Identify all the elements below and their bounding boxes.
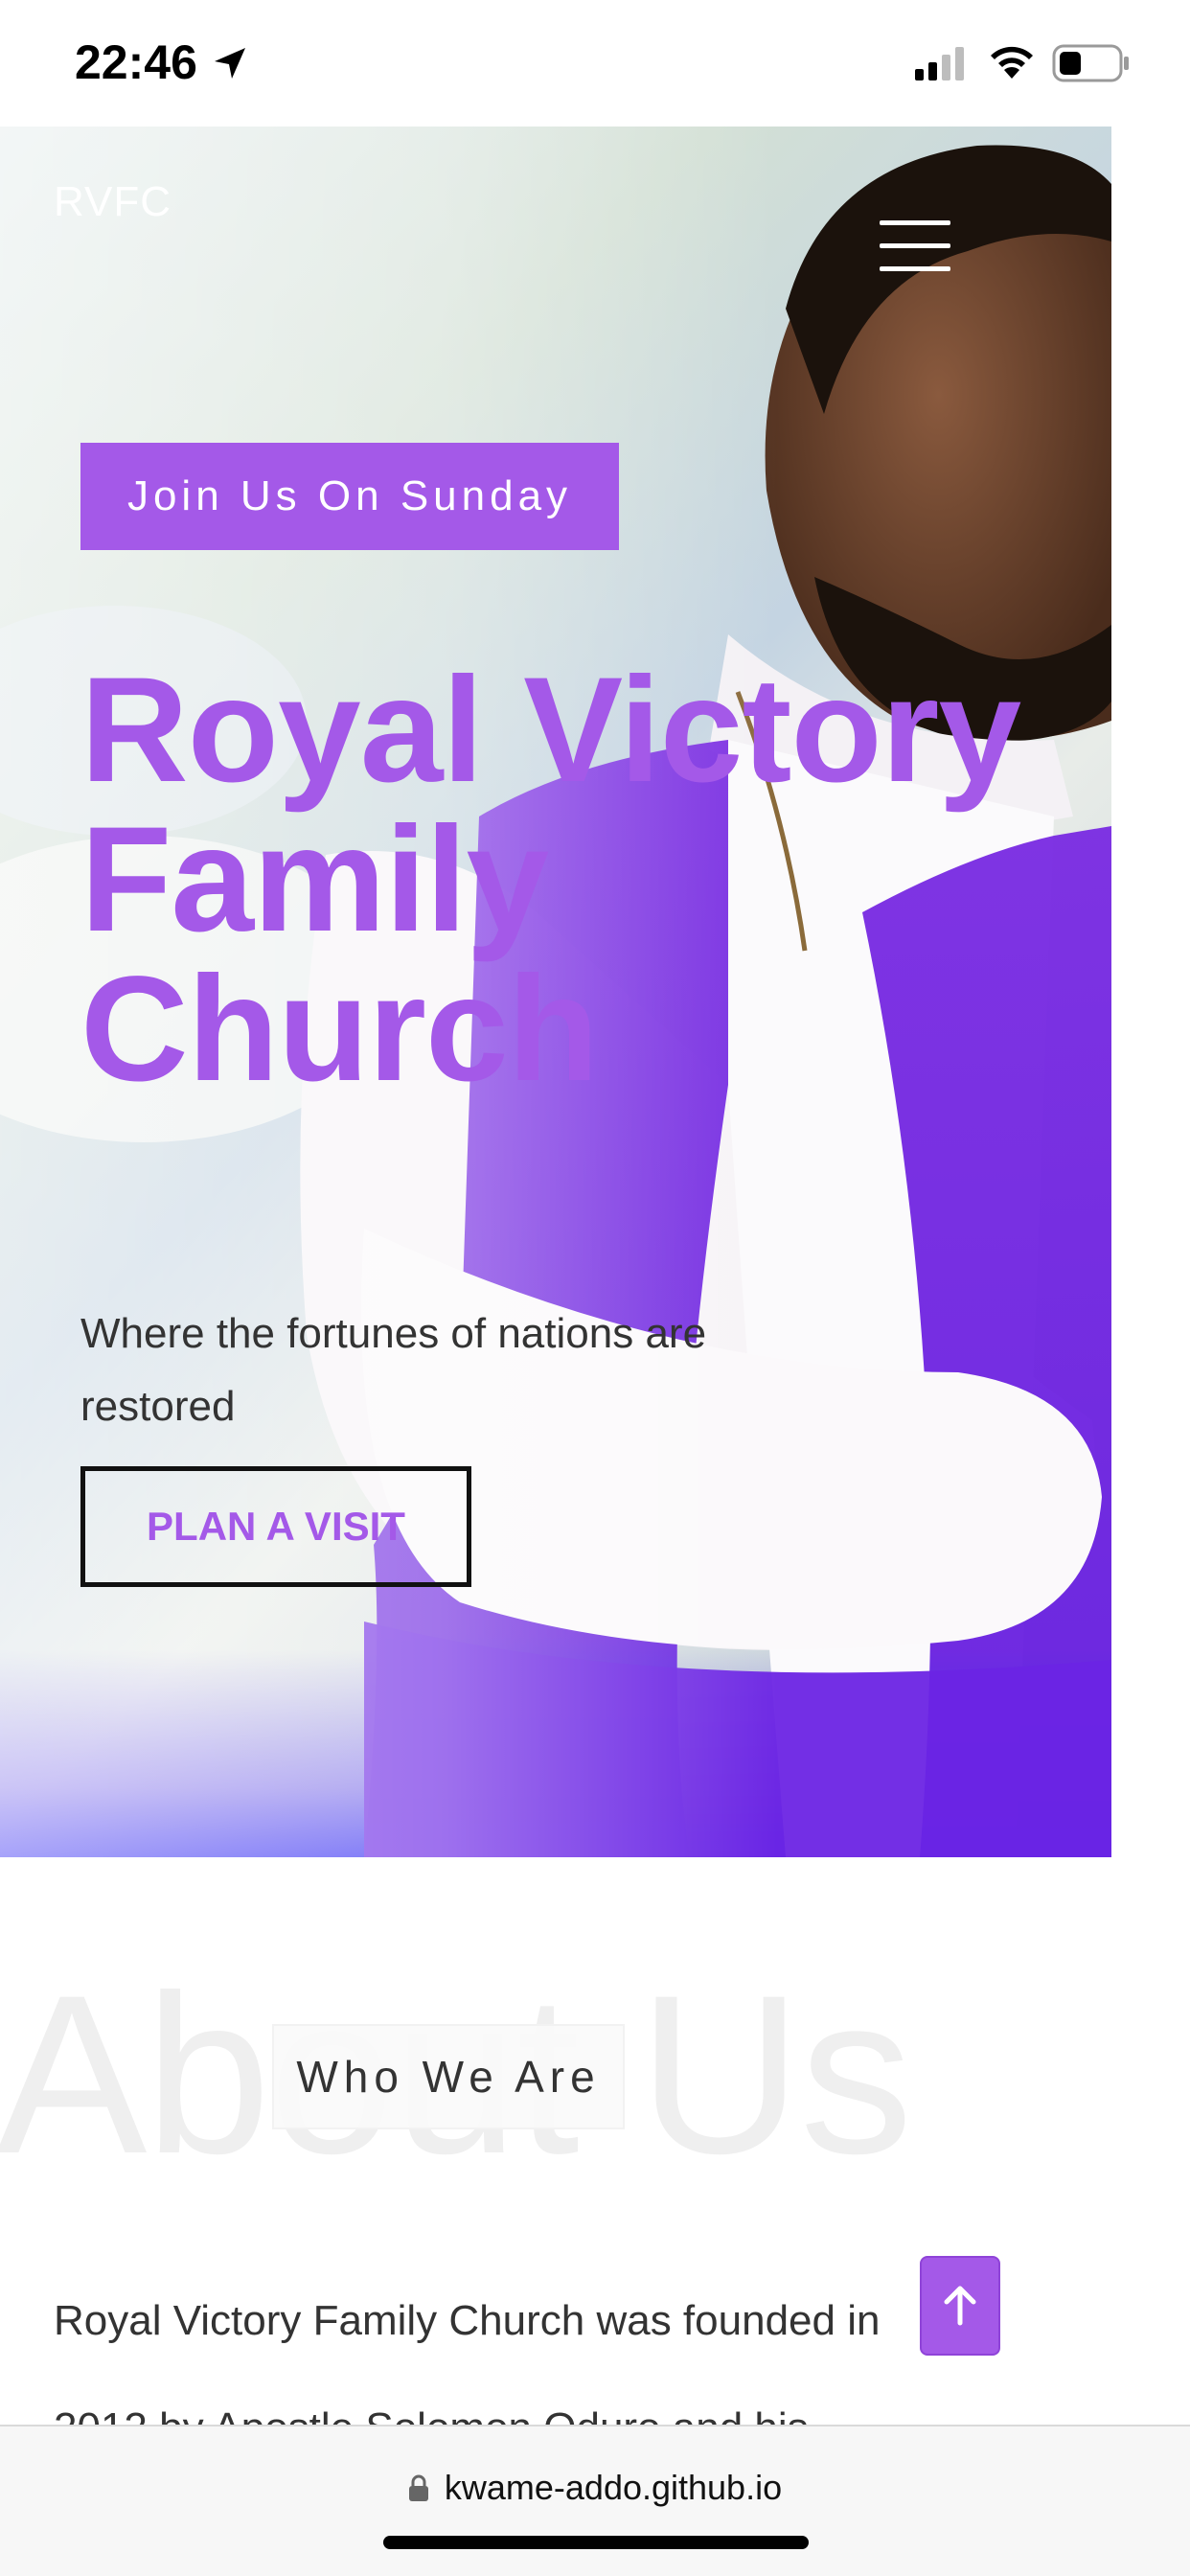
page-title: Royal Victory Family Church xyxy=(80,656,1111,1104)
hero-section: RVFC Join Us On Sunday Royal Victory Fam… xyxy=(0,126,1111,1857)
url-field[interactable]: kwame-addo.github.io xyxy=(0,2459,1190,2517)
browser-address-bar[interactable]: kwame-addo.github.io xyxy=(0,2425,1190,2576)
title-line-1: Royal Victory xyxy=(80,647,1021,814)
cellular-signal-icon xyxy=(915,47,964,80)
url-text: kwame-addo.github.io xyxy=(444,2468,783,2507)
hamburger-menu-icon[interactable] xyxy=(880,220,952,274)
lock-icon xyxy=(408,2474,428,2501)
title-line-2: Family xyxy=(80,796,549,963)
home-indicator[interactable] xyxy=(383,2536,809,2549)
title-line-3: Church xyxy=(80,946,599,1113)
status-time: 22:46 xyxy=(75,35,197,89)
scroll-to-top-button[interactable] xyxy=(920,2256,1000,2356)
status-bar: 22:46 xyxy=(0,0,1190,126)
join-us-badge: Join Us On Sunday xyxy=(80,443,619,550)
arrow-up-icon xyxy=(944,2286,976,2326)
hero-subtitle: Where the fortunes of nations are restor… xyxy=(80,1310,707,1430)
plan-a-visit-button[interactable]: PLAN A VISIT xyxy=(80,1466,471,1587)
location-arrow-icon xyxy=(215,48,245,79)
brand-logo[interactable]: RVFC xyxy=(54,178,172,226)
who-we-are-label: Who We Are xyxy=(272,2024,625,2129)
battery-icon xyxy=(1052,44,1129,82)
wifi-icon xyxy=(991,46,1033,79)
